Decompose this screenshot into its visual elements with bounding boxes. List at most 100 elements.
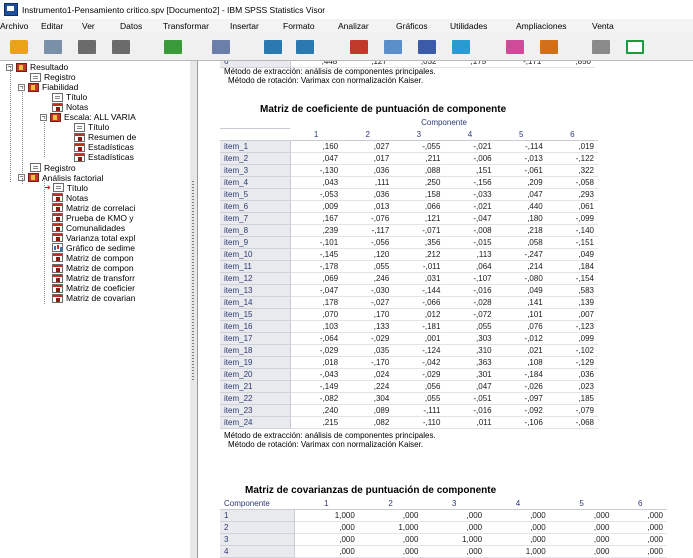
redo-icon[interactable] xyxy=(294,37,316,56)
menu-datos[interactable]: Datos xyxy=(120,21,142,31)
table-row[interactable]: item_11 -,178,055 -,011,064,214,184 xyxy=(220,260,598,273)
table-row[interactable]: item_24,215,082 -,110,011 -,106 -,068 xyxy=(220,416,598,429)
insert-output-icon[interactable] xyxy=(538,37,560,56)
print-icon[interactable] xyxy=(76,37,98,56)
table-row[interactable]: item_13 -,047 -,030 -,144 -,016,049,583 xyxy=(220,284,598,297)
table-row[interactable]: item_16,103,133 -,181,055,076 -,123 xyxy=(220,320,598,333)
tree-item[interactable]: Estadísticas xyxy=(74,152,134,162)
table-row[interactable]: item_6,009,013,066 -,021,440,061 xyxy=(220,200,598,213)
tree-item[interactable]: Gráfico de sedime xyxy=(52,243,135,253)
goto-variable-icon[interactable] xyxy=(382,37,404,56)
table-row[interactable]: item_22 -,082,304,055 -,051 -,097,185 xyxy=(220,392,598,405)
table-row[interactable]: item_15,070,170,012 -,072,101,007 xyxy=(220,308,598,321)
variables-icon[interactable] xyxy=(416,37,438,56)
table-row[interactable]: item_4,043,111,250 -,156,209 -,058 xyxy=(220,176,598,189)
menu-archivo[interactable]: Archivo xyxy=(0,21,28,31)
menu-ampliaciones[interactable]: Ampliaciones xyxy=(516,21,567,31)
menu-insertar[interactable]: Insertar xyxy=(230,21,259,31)
cell-value: ,076 xyxy=(495,320,547,333)
print-preview-icon[interactable] xyxy=(110,37,132,56)
table-row[interactable]: item_12,069,246,031 -,107 -,080 -,154 xyxy=(220,272,598,285)
tree-item[interactable]: Prueba de KMO y xyxy=(52,213,134,223)
tree-item[interactable]: Estadísticas xyxy=(74,142,134,152)
tree-item[interactable]: ➜ Título xyxy=(44,183,88,193)
table-row[interactable]: item_5 -,053,036,158 -,033,047,293 xyxy=(220,188,598,201)
designate-window-icon[interactable] xyxy=(504,37,526,56)
data-table-icon[interactable] xyxy=(450,37,472,56)
table-row[interactable]: item_18 -,029,035 -,124,310,021 -,102 xyxy=(220,344,598,357)
cell-value: -,122 xyxy=(546,152,598,165)
table-row[interactable]: 1 1,000,000,000,000,000,000 xyxy=(220,509,667,522)
tree-item[interactable]: Resumen de xyxy=(74,132,136,142)
tree-item[interactable]: Matriz de compon xyxy=(52,263,134,273)
tree-item[interactable]: Comunalidades xyxy=(52,223,125,233)
insert-heading-icon[interactable] xyxy=(624,37,646,56)
cell-value: ,018 xyxy=(290,356,343,369)
table-row[interactable]: item_1,160,027 -,055 -,021 -,114,019 xyxy=(220,140,598,153)
splitter-grip[interactable] xyxy=(192,181,194,381)
export-icon[interactable] xyxy=(162,37,184,56)
show-all-icon[interactable] xyxy=(590,37,612,56)
column-header: 5 xyxy=(549,498,614,510)
tree-item[interactable]: Notas xyxy=(52,102,88,112)
open-folder-icon[interactable] xyxy=(8,37,30,56)
tree-item[interactable]: Matriz de coeficier xyxy=(52,283,135,293)
tree-item[interactable]: Matriz de covarian xyxy=(52,293,135,303)
tree-item[interactable]: Registro xyxy=(30,72,76,82)
coef-extraction-note: Método de extracción: análisis de compon… xyxy=(224,431,436,440)
table-row[interactable]: item_17 -,064 -,029,001,303 -,012,099 xyxy=(220,332,598,345)
menu-venta[interactable]: Venta xyxy=(592,21,614,31)
menu-formato[interactable]: Formato xyxy=(283,21,315,31)
table-row[interactable]: item_14,178 -,027 -,066 -,028,141,139 xyxy=(220,296,598,309)
tree-item[interactable]: Matriz de transforr xyxy=(52,273,135,283)
table-row[interactable]: item_9 -,101 -,056,356 -,015,058 -,151 xyxy=(220,236,598,249)
tree-item[interactable]: Registro xyxy=(30,163,76,173)
tree-item[interactable]: Título xyxy=(52,92,87,102)
coef-table[interactable]: Componente 1 2 3 4 5 6 item_1,160,027 -,055 -,021… xyxy=(220,117,598,429)
tree-item[interactable]: − Escala: ALL VARIA xyxy=(40,112,136,122)
table-row[interactable]: item_10 -,145,120,212,113 -,247,049 xyxy=(220,248,598,261)
undo-icon[interactable] xyxy=(262,37,284,56)
table-row[interactable]: 3,000,000 1,000,000,000,000 xyxy=(220,533,667,546)
cell-value: ,024 xyxy=(342,368,394,381)
table-row[interactable]: item_21 -,149,224,056,047 -,026,023 xyxy=(220,380,598,393)
tree-item[interactable]: Título xyxy=(74,122,109,132)
cell-value: ,301 xyxy=(444,368,496,381)
table-row[interactable]: item_19,018 -,170 -,042,363,108 -,129 xyxy=(220,356,598,369)
menu-utilidades[interactable]: Utilidades xyxy=(450,21,487,31)
tree-item[interactable]: Matriz de correlaci xyxy=(52,203,135,213)
tree-item[interactable]: Notas xyxy=(52,193,88,203)
menu-editar[interactable]: Editar xyxy=(41,21,63,31)
tree-item-label: Resultado xyxy=(30,62,69,72)
menu-graficos[interactable]: Gráficos xyxy=(396,21,428,31)
outline-pane[interactable]: − Resultado Registro − Fiabilidad Título Notas… xyxy=(0,61,191,558)
table-row[interactable]: item_23,240,089 -,111 -,016 -,092 -,079 xyxy=(220,404,598,417)
tree-item[interactable]: Varianza total expl xyxy=(52,233,135,243)
table-row[interactable]: item_2,047,017,211 -,006 -,013 -,122 xyxy=(220,152,598,165)
table-row[interactable]: item_7,167 -,076,121 -,047,180 -,099 xyxy=(220,212,598,225)
menu-analizar[interactable]: Analizar xyxy=(338,21,369,31)
pane-splitter[interactable] xyxy=(190,61,198,558)
row-label: item_10 xyxy=(220,248,291,261)
recall-dialog-icon[interactable] xyxy=(210,37,232,56)
table-row[interactable]: item_8,239 -,117 -,071 -,008,218 -,140 xyxy=(220,224,598,237)
tree-item[interactable]: − Resultado xyxy=(6,62,68,72)
table-row[interactable]: item_20 -,043,024 -,029,301 -,184,036 xyxy=(220,368,598,381)
tree-item[interactable]: Matriz de compon xyxy=(52,253,134,263)
tree-item[interactable]: − Análisis factorial xyxy=(18,173,103,183)
goto-case-icon[interactable] xyxy=(348,37,370,56)
output-pane[interactable]: 6,448,127,032,175 -,171,850 Método de ext… xyxy=(198,61,693,558)
menu-transformar[interactable]: Transformar xyxy=(163,21,209,31)
cell-value: ,047 xyxy=(444,380,496,393)
table-row[interactable]: item_3 -,130,036,088,151 -,061,322 xyxy=(220,164,598,177)
table-row[interactable]: 4,000,000,000 1,000,000,000 xyxy=(220,545,667,558)
cell-value: -,114 xyxy=(495,140,547,153)
tree-item[interactable]: − Fiabilidad xyxy=(18,82,78,92)
menu-ver[interactable]: Ver xyxy=(82,21,95,31)
cov-table[interactable]: Componente 1 2 3 4 5 6 1 1,000,000,000,000,000,0… xyxy=(220,498,667,558)
cell-value: ,246 xyxy=(342,272,394,285)
rotation-note: Método de rotación: Varimax con normaliz… xyxy=(228,76,424,85)
table-row[interactable]: 2,000 1,000,000,000,000,000 xyxy=(220,521,667,534)
save-icon[interactable] xyxy=(42,37,64,56)
cell-value: ,303 xyxy=(444,332,496,345)
